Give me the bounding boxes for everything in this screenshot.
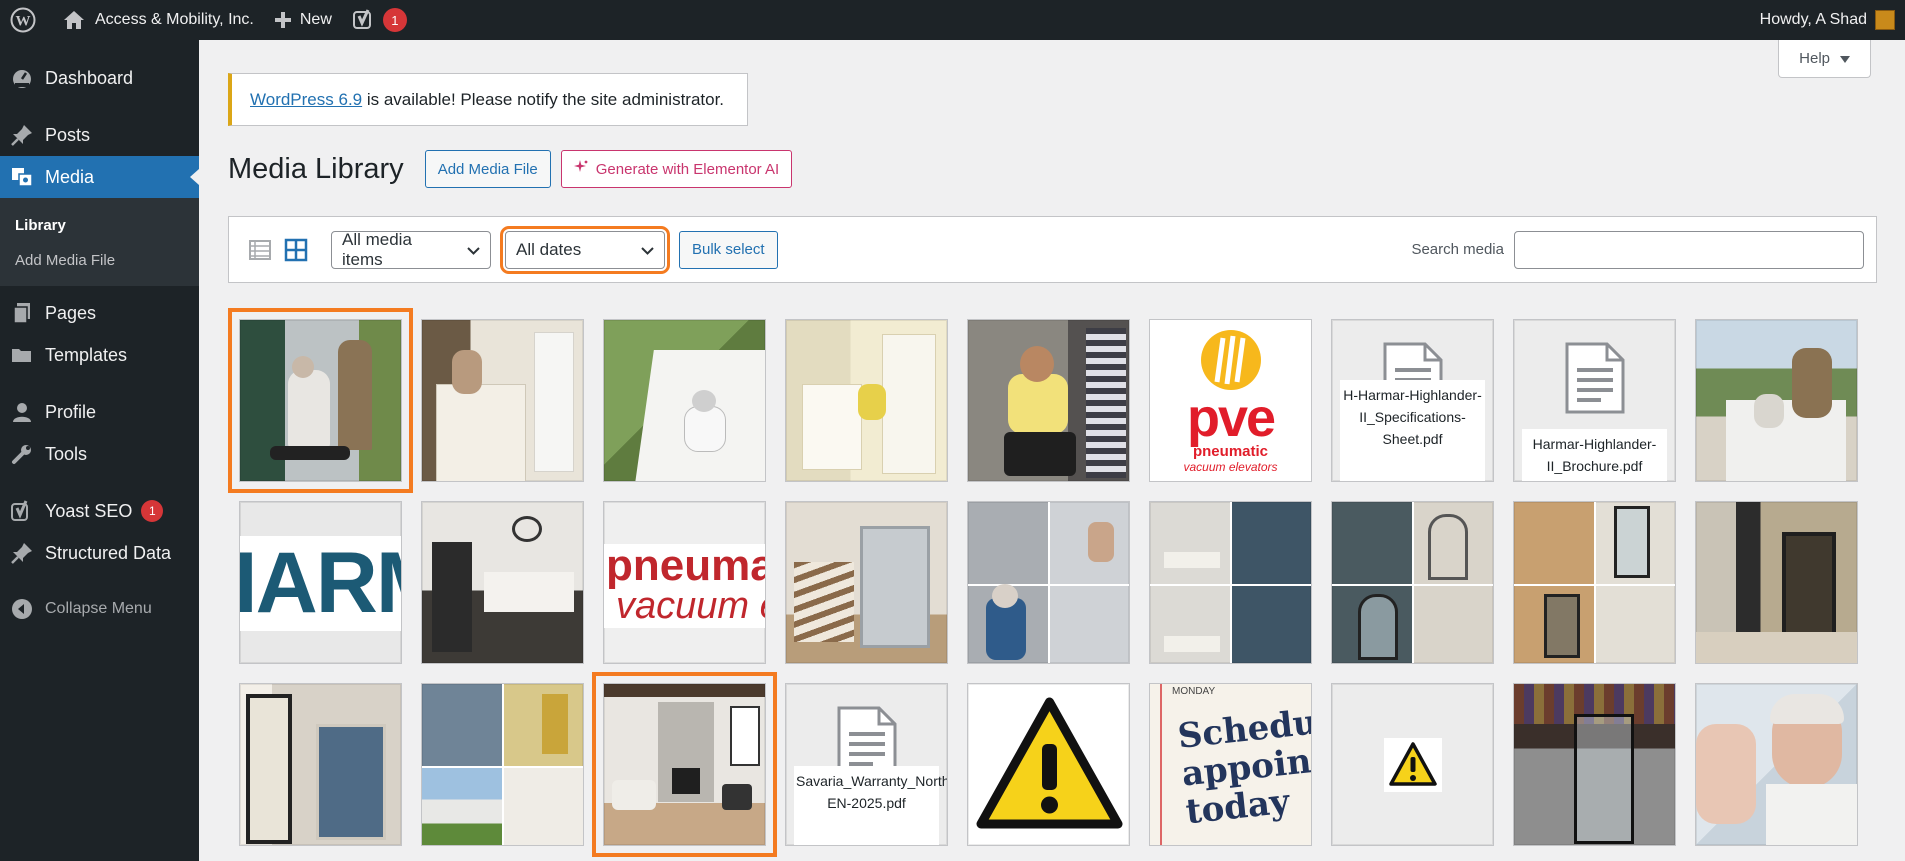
add-media-file-button[interactable]: Add Media File (424, 150, 551, 188)
sidebar-item-yoast-seo[interactable]: Yoast SEO 1 (0, 490, 199, 532)
media-item-document[interactable]: Harmar-Highlander-II_Brochure.pdf (1513, 319, 1676, 482)
generate-elementor-ai-button[interactable]: Generate with Elementor AI (560, 150, 793, 188)
collapse-menu-button[interactable]: Collapse Menu (0, 588, 199, 630)
media-item[interactable] (1695, 319, 1858, 482)
admin-sidebar: Dashboard Posts Media Library Add Media … (0, 40, 199, 861)
admin-bar: W Access & Mobility, Inc. New 1 Howdy, A… (0, 0, 1905, 40)
dashboard-icon (10, 66, 34, 90)
sidebar-item-templates[interactable]: Templates (0, 334, 199, 376)
media-item-document[interactable]: H-Harmar-Highlander-II_Specifications-Sh… (1331, 319, 1494, 482)
pneumatic-vacuum-logo: pneuma vacuum el (604, 544, 765, 628)
sidebar-item-profile[interactable]: Profile (0, 391, 199, 433)
warning-sign-icon (976, 697, 1123, 829)
media-item[interactable] (967, 683, 1130, 846)
help-tab-button[interactable]: Help (1778, 40, 1871, 78)
document-filename: H-Harmar-Highlander-II_Specifications-Sh… (1340, 380, 1485, 481)
list-view-icon[interactable] (247, 237, 273, 263)
svg-text:W: W (16, 14, 31, 30)
new-label: New (299, 11, 332, 28)
site-name-link[interactable]: Access & Mobility, Inc. (45, 0, 263, 40)
media-item[interactable] (1331, 683, 1494, 846)
media-item[interactable] (421, 501, 584, 664)
yoast-seo-badge: 1 (141, 500, 164, 522)
update-notice: WordPress 6.9 is available! Please notif… (228, 73, 748, 126)
media-item[interactable] (1513, 501, 1676, 664)
media-item[interactable] (1695, 501, 1858, 664)
media-icon (10, 165, 34, 189)
media-item[interactable] (785, 501, 948, 664)
submenu-add-media-file[interactable]: Add Media File (0, 243, 199, 278)
search-media-label: Search media (1411, 241, 1504, 258)
media-item[interactable] (1331, 501, 1494, 664)
pin-icon (10, 541, 34, 565)
media-item[interactable] (1513, 683, 1676, 846)
date-filter[interactable]: All dates (500, 225, 670, 274)
media-item[interactable] (1695, 683, 1858, 846)
schedule-appointment-text: Schedule appoint today (1175, 698, 1311, 833)
yoast-icon (352, 9, 375, 31)
media-item[interactable] (785, 319, 948, 482)
media-item[interactable] (421, 683, 584, 846)
harmar-logo: HARM (240, 536, 401, 631)
bulk-select-button[interactable]: Bulk select (679, 230, 778, 269)
warning-sign-icon (1389, 742, 1437, 786)
media-toolbar: All media items All dates Bulk select Se… (228, 216, 1877, 283)
main-content: Help WordPress 6.9 is available! Please … (199, 40, 1905, 861)
grid-view-icon[interactable] (283, 237, 309, 263)
yoast-icon (10, 499, 34, 523)
home-icon (63, 10, 85, 30)
yoast-admin-button[interactable]: 1 (341, 0, 416, 40)
new-content-button[interactable]: New (263, 0, 341, 40)
media-item[interactable] (967, 501, 1130, 664)
chevron-down-icon (631, 240, 654, 260)
media-item[interactable] (603, 319, 766, 482)
plus-icon (274, 12, 291, 28)
media-item[interactable] (967, 319, 1130, 482)
media-item[interactable] (239, 683, 402, 846)
pin-icon (10, 123, 34, 147)
search-media-input[interactable] (1514, 230, 1864, 269)
user-greeting[interactable]: Howdy, A Shad (1760, 11, 1867, 29)
page-heading: Media Library Add Media File Generate wi… (228, 150, 793, 188)
sidebar-item-posts[interactable]: Posts (0, 114, 199, 156)
yoast-notification-badge: 1 (382, 8, 407, 32)
sparkle-icon (573, 160, 588, 178)
media-item[interactable] (1149, 501, 1312, 664)
collapse-arrow-icon (10, 597, 34, 621)
page-title: Media Library (228, 152, 404, 185)
media-item[interactable]: MONDAY Schedule appoint today (1149, 683, 1312, 846)
sidebar-item-tools[interactable]: Tools (0, 433, 199, 475)
document-filename: Harmar-Highlander-II_Brochure.pdf (1522, 429, 1667, 481)
document-icon (1565, 342, 1625, 419)
media-item[interactable]: pneuma vacuum el (603, 501, 766, 664)
media-item[interactable]: pve pneumatic vacuum elevators (1149, 319, 1312, 482)
chevron-down-icon (457, 240, 480, 260)
media-submenu: Library Add Media File (0, 198, 199, 286)
caret-down-icon (1840, 50, 1850, 67)
pve-logo-mark-icon (1200, 329, 1261, 390)
pages-icon (10, 301, 34, 325)
sidebar-item-pages[interactable]: Pages (0, 292, 199, 334)
wordpress-update-link[interactable]: WordPress 6.9 (250, 90, 362, 110)
media-item[interactable] (421, 319, 584, 482)
wrench-icon (10, 442, 34, 466)
pve-logo-text: pve (1186, 387, 1276, 448)
media-item-document[interactable]: Savaria_Warranty_NorthAmerica-EN-2025.pd… (785, 683, 948, 846)
submenu-library[interactable]: Library (0, 208, 199, 243)
site-name: Access & Mobility, Inc. (95, 11, 254, 28)
media-item[interactable] (592, 672, 777, 857)
media-type-filter[interactable]: All media items (331, 230, 491, 269)
sidebar-item-dashboard[interactable]: Dashboard (0, 57, 199, 99)
sidebar-item-media[interactable]: Media (0, 156, 199, 198)
avatar[interactable] (1875, 10, 1895, 30)
folder-icon (10, 343, 34, 367)
media-item[interactable]: HARM (239, 501, 402, 664)
document-filename: Savaria_Warranty_NorthAmerica-EN-2025.pd… (794, 766, 947, 845)
media-item[interactable] (228, 308, 413, 493)
wordpress-logo-icon[interactable]: W (0, 0, 45, 40)
user-icon (10, 400, 34, 424)
sidebar-item-structured-data[interactable]: Structured Data (0, 532, 199, 574)
